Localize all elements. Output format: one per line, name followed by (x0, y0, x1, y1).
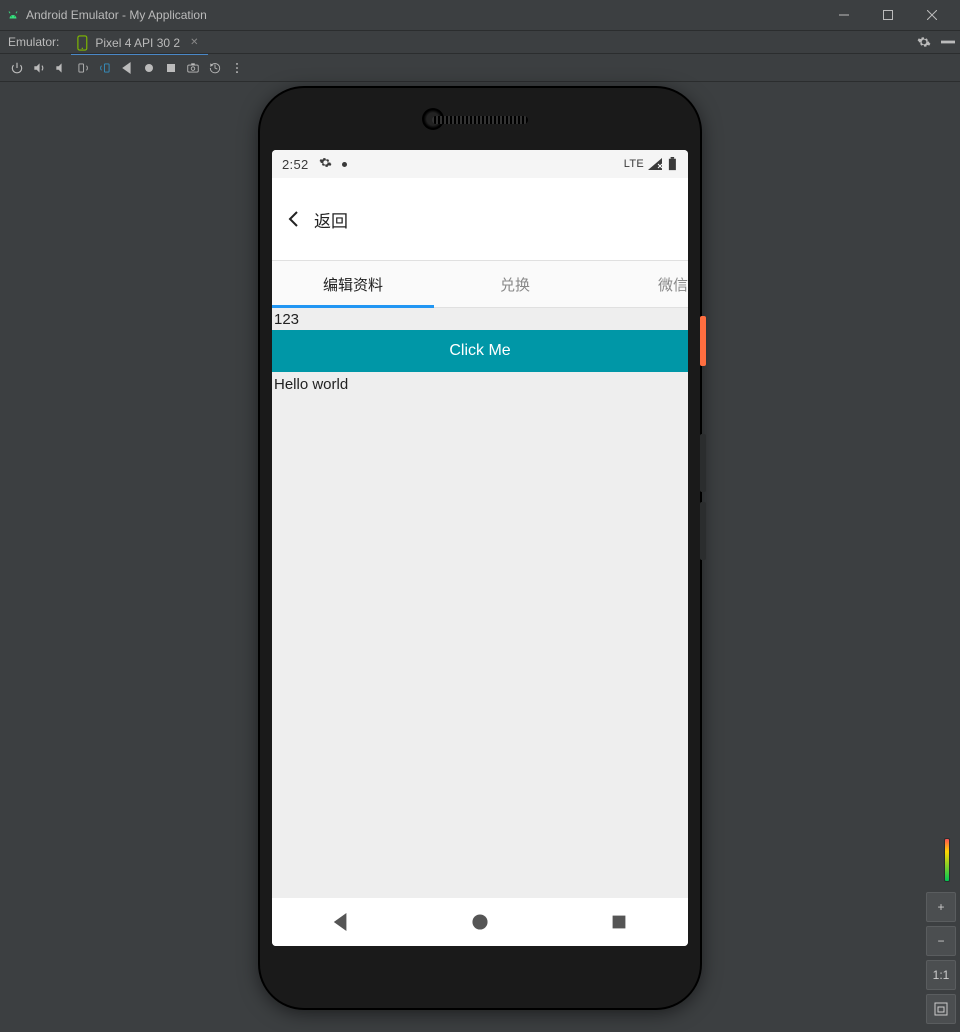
maximize-button[interactable] (866, 0, 910, 30)
status-dot-icon (342, 162, 347, 167)
phone-screen: 2:52 LTE 返回 (272, 150, 688, 946)
text-line-1: 123 (272, 308, 688, 330)
zoom-in-button[interactable]: + (926, 892, 956, 922)
minimize-button[interactable] (822, 0, 866, 30)
settings-gear-button[interactable] (912, 30, 936, 54)
rotate-left-button[interactable] (72, 54, 94, 82)
rotate-right-button[interactable] (94, 54, 116, 82)
android-status-bar: 2:52 LTE (272, 150, 688, 178)
hide-panel-button[interactable] (936, 30, 960, 54)
tab-bar: 编辑资料 兑换 微信 (272, 260, 688, 308)
device-tab-name: Pixel 4 API 30 2 (95, 36, 180, 50)
performance-gauge-icon (944, 838, 950, 882)
zoom-fit-button[interactable] (926, 994, 956, 1024)
volume-down-button[interactable] (50, 54, 72, 82)
nav-home[interactable] (440, 898, 520, 946)
device-tab[interactable]: Pixel 4 API 30 2 ✕ (71, 31, 208, 55)
device-bar-label: Emulator: (8, 35, 59, 49)
nav-back[interactable] (301, 898, 381, 946)
record-button[interactable] (204, 54, 226, 82)
tab-label: 编辑资料 (323, 274, 383, 295)
zoom-out-button[interactable]: − (926, 926, 956, 956)
close-button[interactable] (910, 0, 954, 30)
emulator-viewport: 2:52 LTE 返回 (0, 82, 960, 1032)
phone-volume-up-key[interactable] (700, 434, 706, 492)
back-icon[interactable] (286, 209, 302, 229)
app-content: 123 Click Me Hello world (272, 308, 688, 898)
tab-wechat[interactable]: 微信 (596, 261, 688, 307)
status-time: 2:52 (282, 157, 309, 172)
android-logo-icon (6, 8, 20, 22)
zoom-one-to-one-button[interactable]: 1:1 (926, 960, 956, 990)
tab-label: 微信 (658, 274, 688, 295)
android-nav-bar (272, 898, 688, 946)
click-me-button[interactable]: Click Me (272, 330, 688, 372)
window-title: Android Emulator - My Application (26, 8, 822, 22)
text-line-2: Hello world (272, 372, 688, 396)
power-button[interactable] (6, 54, 28, 82)
emulator-toolbar (0, 54, 960, 82)
phone-frame: 2:52 LTE 返回 (260, 88, 700, 1008)
nav-overview[interactable] (579, 898, 659, 946)
phone-power-key[interactable] (700, 316, 706, 366)
signal-icon (648, 158, 662, 170)
nav-overview-button[interactable] (160, 54, 182, 82)
phone-icon (77, 35, 89, 51)
app-bar: 返回 (272, 178, 688, 260)
earpiece-icon (432, 116, 528, 124)
zoom-rail: + − 1:1 (926, 838, 956, 1024)
screenshot-button[interactable] (182, 54, 204, 82)
tab-redeem[interactable]: 兑换 (434, 261, 596, 307)
device-bar: Emulator: Pixel 4 API 30 2 ✕ (0, 30, 960, 54)
status-gear-icon (319, 156, 332, 172)
app-bar-title[interactable]: 返回 (314, 207, 348, 232)
tab-edit-profile[interactable]: 编辑资料 (272, 261, 434, 307)
nav-back-button[interactable] (116, 54, 138, 82)
close-tab-icon[interactable]: ✕ (190, 37, 198, 48)
window-titlebar: Android Emulator - My Application (0, 0, 960, 30)
more-button[interactable] (226, 54, 248, 82)
tab-label: 兑换 (500, 274, 530, 295)
battery-icon (668, 157, 678, 171)
volume-up-button[interactable] (28, 54, 50, 82)
status-network: LTE (624, 158, 644, 170)
phone-volume-down-key[interactable] (700, 502, 706, 560)
nav-home-button[interactable] (138, 54, 160, 82)
